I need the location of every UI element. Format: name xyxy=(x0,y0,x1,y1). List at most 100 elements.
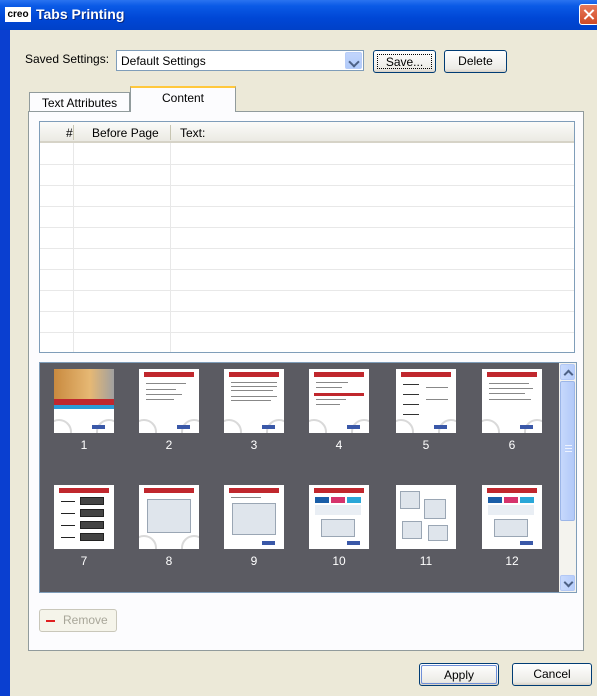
table-row xyxy=(40,332,574,333)
page-thumbnail[interactable] xyxy=(224,485,284,549)
page-thumbnail[interactable] xyxy=(482,369,542,433)
column-header-number[interactable]: # xyxy=(66,126,73,140)
diagram-line xyxy=(403,394,419,395)
tab-text-attributes[interactable]: Text Attributes xyxy=(29,92,130,112)
color-block xyxy=(331,497,345,503)
screenshot-image xyxy=(402,521,422,539)
scroll-up-icon[interactable] xyxy=(560,364,575,380)
column-divider[interactable] xyxy=(73,125,74,140)
page-number: 5 xyxy=(422,438,430,452)
page-thumbnail[interactable] xyxy=(54,485,114,549)
page-header-bar xyxy=(314,488,364,493)
section-bar xyxy=(314,393,364,396)
page-thumbnail[interactable] xyxy=(139,485,199,549)
save-button[interactable]: Save... xyxy=(373,50,436,73)
decorative-arc xyxy=(181,535,199,549)
screenshot-image xyxy=(147,499,191,533)
thumbnails-scrollbar[interactable] xyxy=(559,363,576,592)
table-row xyxy=(40,164,574,165)
column-header-before-page[interactable]: Before Page xyxy=(92,126,159,140)
page-number: 6 xyxy=(508,438,516,452)
grip-line xyxy=(565,445,572,446)
apply-button[interactable]: Apply xyxy=(419,663,499,686)
text-line xyxy=(146,383,186,384)
text-line xyxy=(426,387,448,388)
diagram-line xyxy=(403,404,419,405)
table-row xyxy=(40,248,574,249)
diagram-line xyxy=(403,414,419,415)
tabs-table[interactable]: # Before Page Text: xyxy=(39,121,575,353)
tab-icon xyxy=(80,509,104,517)
grip-line xyxy=(565,448,572,449)
decorative-arc xyxy=(54,419,72,433)
text-line xyxy=(489,388,533,389)
tab-icon xyxy=(80,521,104,529)
save-button-label: Save... xyxy=(377,54,432,69)
page-header-bar xyxy=(144,372,194,377)
table-row xyxy=(40,290,574,291)
text-line xyxy=(231,497,261,498)
delete-button[interactable]: Delete xyxy=(444,50,507,73)
page-number: 3 xyxy=(250,438,258,452)
ptc-logo-icon xyxy=(177,425,190,429)
minus-icon xyxy=(46,620,55,622)
table-block xyxy=(315,505,361,515)
text-line xyxy=(489,383,529,384)
text-line xyxy=(489,393,525,394)
page-number: 1 xyxy=(80,438,88,452)
title-bar[interactable]: creo Tabs Printing xyxy=(0,0,597,30)
remove-button[interactable]: Remove xyxy=(39,609,117,632)
color-block xyxy=(520,497,534,503)
text-line xyxy=(231,390,273,391)
tab-content[interactable]: Content xyxy=(130,86,236,112)
grip-line xyxy=(565,451,572,452)
page-thumbnails-panel[interactable]: 1 2 3 4 5 6 7 8 9 10 11 12 xyxy=(39,362,577,593)
page-thumbnail[interactable] xyxy=(309,485,369,549)
page-thumbnail[interactable] xyxy=(396,485,456,549)
table-row xyxy=(40,269,574,270)
chevron-down-icon[interactable] xyxy=(345,52,362,69)
column-divider[interactable] xyxy=(170,125,171,140)
page-number: 4 xyxy=(335,438,343,452)
page-thumbnail[interactable] xyxy=(396,369,456,433)
decorative-arc xyxy=(482,419,500,433)
ptc-logo-icon xyxy=(92,425,105,429)
table-header: # Before Page Text: xyxy=(40,122,574,143)
page-thumbnail[interactable] xyxy=(139,369,199,433)
text-line xyxy=(231,382,277,383)
cancel-button[interactable]: Cancel xyxy=(512,663,592,686)
diagram-line xyxy=(403,384,419,385)
page-header-bar xyxy=(487,488,537,493)
text-line xyxy=(316,387,342,388)
ptc-logo-icon xyxy=(434,425,447,429)
ptc-logo-icon xyxy=(262,425,275,429)
page-thumbnail[interactable] xyxy=(224,369,284,433)
screenshot-image xyxy=(232,503,276,535)
text-line xyxy=(146,394,182,395)
ptc-logo-icon xyxy=(520,425,533,429)
decorative-arc xyxy=(309,419,327,433)
page-number: 11 xyxy=(419,554,433,568)
diagram-line xyxy=(61,525,75,526)
scroll-down-icon[interactable] xyxy=(560,575,575,591)
text-line xyxy=(316,404,340,405)
diagram-line xyxy=(61,537,75,538)
close-icon[interactable] xyxy=(579,4,597,25)
decorative-arc xyxy=(139,419,157,433)
page-thumbnail[interactable] xyxy=(54,369,114,433)
column-header-text[interactable]: Text: xyxy=(180,126,205,140)
saved-settings-dropdown[interactable]: Default Settings xyxy=(116,50,364,71)
page-header-bar xyxy=(144,488,194,493)
diagram-line xyxy=(61,513,75,514)
page-number: 8 xyxy=(165,554,173,568)
scrollbar-thumb[interactable] xyxy=(560,381,575,521)
page-thumbnail[interactable] xyxy=(482,485,542,549)
screenshot-image xyxy=(321,519,355,537)
page-thumbnail[interactable] xyxy=(309,369,369,433)
text-line xyxy=(146,389,176,390)
page-number: 7 xyxy=(80,554,88,568)
remove-button-label: Remove xyxy=(63,613,108,627)
saved-settings-value: Default Settings xyxy=(121,54,206,68)
page-header-bar xyxy=(487,372,537,377)
table-row xyxy=(40,185,574,186)
